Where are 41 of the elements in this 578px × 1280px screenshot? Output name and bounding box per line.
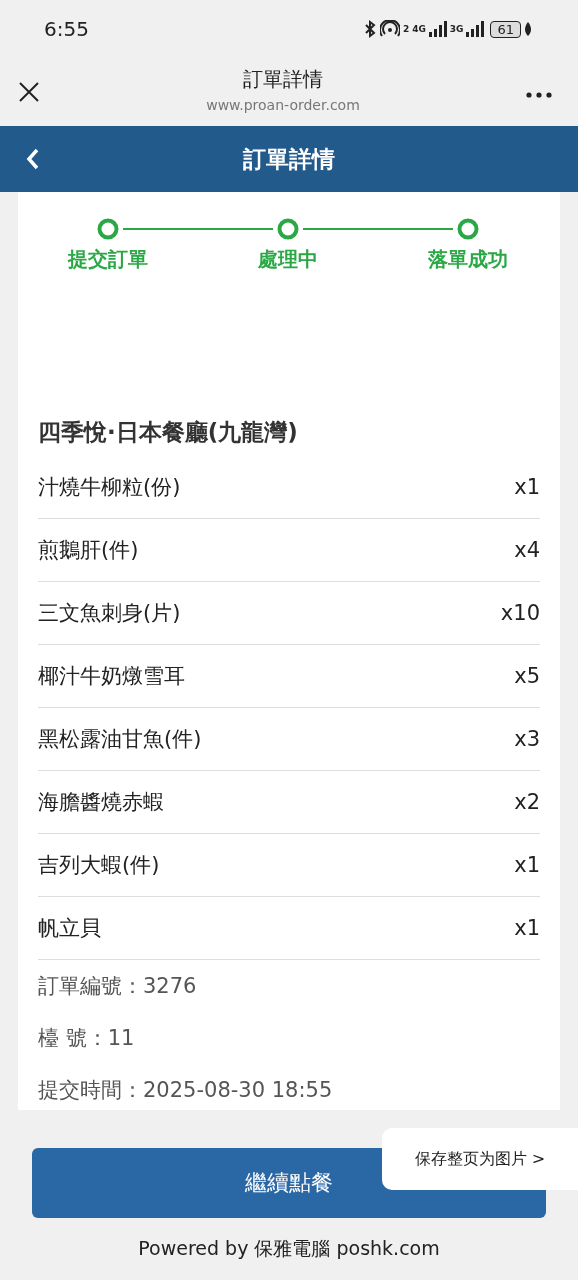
hotspot-icon	[379, 20, 400, 38]
header-title: 訂單詳情	[243, 144, 335, 174]
item-quantity: x1	[514, 853, 540, 877]
network-label: 3G	[449, 24, 464, 34]
signal-icon	[428, 21, 447, 37]
item-name: 帆立貝	[38, 915, 101, 942]
order-info: 訂單編號：3276	[38, 973, 198, 1000]
item-name: 吉列大蝦(件)	[38, 852, 160, 879]
item-quantity: x10	[500, 601, 540, 625]
more-icon[interactable]	[526, 92, 552, 98]
order-info: 檯 號：11	[38, 1025, 136, 1052]
network-label: 4G	[412, 24, 426, 34]
bluetooth-icon	[362, 20, 377, 38]
item-name: 椰汁牛奶燉雪耳	[38, 663, 185, 690]
status-time: 6:55	[44, 17, 89, 41]
item-name: 汁燒牛柳粒(份)	[38, 474, 181, 501]
back-icon[interactable]	[26, 148, 40, 170]
signal-icon	[466, 21, 485, 37]
item-name: 海膽醬燒赤蝦	[38, 789, 164, 816]
footer-text: Powered by 保雅電腦 poshk.com	[138, 1236, 440, 1261]
item-quantity: x1	[514, 475, 540, 499]
save-page-toast[interactable]: 保存整页为图片 >	[382, 1128, 578, 1190]
item-quantity: x3	[514, 727, 540, 751]
page-url: www.proan-order.com	[206, 96, 360, 113]
item-quantity: x2	[514, 790, 540, 814]
item-name: 三文魚刺身(片)	[38, 600, 181, 627]
page-title: 訂單詳情	[243, 65, 323, 93]
item-name: 煎鵝肝(件)	[38, 537, 139, 564]
item-name: 黑松露油甘魚(件)	[38, 726, 202, 753]
item-quantity: x4	[514, 538, 540, 562]
step-label: 落單成功	[428, 246, 508, 273]
item-quantity: x1	[514, 916, 540, 940]
step-label: 提交訂單	[68, 246, 148, 273]
order-info: 提交時間：2025-08-30 18:55	[38, 1077, 334, 1104]
close-icon[interactable]	[18, 81, 40, 103]
restaurant-name: 四季悅·日本餐廳(九龍灣)	[38, 418, 299, 447]
battery-indicator: 61	[490, 20, 521, 38]
step-label: 處理中	[258, 246, 318, 273]
leaf-icon	[524, 22, 532, 36]
item-quantity: x5	[514, 664, 540, 688]
network-label: 2	[402, 24, 410, 34]
